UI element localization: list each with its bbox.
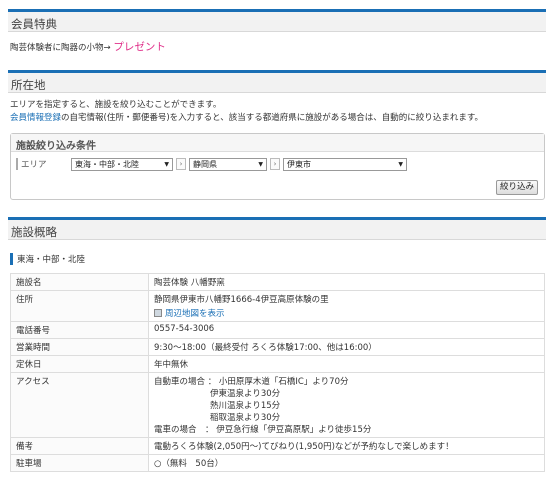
address-cell: 静岡県伊東市八幡野1666-4伊豆高原体験の里 周辺地図を表示 (148, 290, 545, 322)
region-heading: 東海・中部・北陸 (10, 253, 85, 265)
chevron-right-icon: › (176, 158, 186, 170)
filter-button[interactable]: 絞り込み (496, 180, 538, 195)
access-cell: 自動車の場合 ： 小田原厚木道「石橋IC」より70分 伊東温泉より30分 熱川温… (148, 372, 545, 438)
note-label: 備考 (10, 437, 149, 455)
access-car-2: 伊東温泉より30分 (210, 389, 281, 399)
access-train: 電車の場合 ： 伊豆急行線「伊豆高原駅」より徒歩15分 (154, 425, 372, 435)
filter-box: 施設絞り込み条件 エリア 東海・中部・北陸 ▼ › 静岡県 ▼ › 伊東市 ▼ 絞り込… (10, 133, 545, 200)
table-row: 備考 電動ろくろ体験(2,050円～)てびねり(1,950円)などが予約なしで楽… (10, 437, 545, 455)
address-value: 静岡県伊東市八幡野1666-4伊豆高原体験の里 (154, 295, 329, 305)
note-value: 電動ろくろ体験(2,050円～)てびねり(1,950円)などが予約なしで楽しめま… (148, 437, 545, 455)
location-desc-1: エリアを指定すると、施設を絞り込むことができます。 (10, 100, 222, 110)
name-value: 陶芸体験 八幡野窯 (148, 273, 545, 291)
facility-table: 施設名 陶芸体験 八幡野窯 住所 静岡県伊東市八幡野1666-4伊豆高原体験の里… (10, 273, 545, 472)
table-row: 営業時間 9:30～18:00（最終受付 ろくろ体験17:00、他は16:00） (10, 338, 545, 356)
chevron-right-icon: › (270, 158, 280, 170)
parking-value: ○（無料 50台） (148, 454, 545, 472)
table-row: 電話番号 0557-54-3006 (10, 321, 545, 339)
table-row: アクセス 自動車の場合 ： 小田原厚木道「石橋IC」より70分 伊東温泉より30… (10, 372, 545, 438)
prefecture-select[interactable]: 静岡県 ▼ (189, 157, 267, 171)
benefits-text: 陶芸体験者に陶器の小物→ プレゼント (10, 39, 166, 54)
location-desc-2-text: の自宅情報(住所・郵便番号)を入力すると、該当する都道府県に施設がある場合は、自… (61, 113, 483, 123)
table-row: 駐車場 ○（無料 50台） (10, 454, 545, 472)
region-select-value: 東海・中部・北陸 (75, 159, 139, 169)
access-car-3: 熱川温泉より15分 (210, 401, 281, 411)
location-desc-2: 会員情報登録の自宅情報(住所・郵便番号)を入力すると、該当する都道府県に施設があ… (10, 111, 483, 123)
parking-label: 駐車場 (10, 454, 149, 472)
city-select-value: 伊東市 (287, 159, 311, 169)
holiday-value: 年中無休 (148, 355, 545, 373)
table-row: 施設名 陶芸体験 八幡野窯 (10, 273, 545, 291)
map-icon (154, 309, 162, 317)
tel-label: 電話番号 (10, 321, 149, 339)
location-section-title: 所在地 (8, 70, 546, 93)
address-label: 住所 (10, 290, 149, 322)
hours-label: 営業時間 (10, 338, 149, 356)
tel-value: 0557-54-3006 (148, 321, 545, 339)
holiday-label: 定休日 (10, 355, 149, 373)
map-link[interactable]: 周辺地図を表示 (165, 309, 225, 319)
access-car: 自動車の場合 ： 小田原厚木道「石橋IC」より70分 (154, 377, 349, 387)
chevron-down-icon: ▼ (258, 160, 263, 168)
access-car-4: 稲取温泉より30分 (210, 413, 281, 423)
access-label: アクセス (10, 372, 149, 438)
name-label: 施設名 (10, 273, 149, 291)
region-select[interactable]: 東海・中部・北陸 ▼ (71, 157, 173, 171)
area-label: エリア (16, 158, 71, 170)
table-row: 住所 静岡県伊東市八幡野1666-4伊豆高原体験の里 周辺地図を表示 (10, 290, 545, 322)
overview-section-title: 施設概略 (8, 217, 546, 240)
prefecture-select-value: 静岡県 (193, 159, 217, 169)
city-select[interactable]: 伊東市 ▼ (283, 157, 407, 171)
benefits-desc: 陶芸体験者に陶器の小物→ (10, 43, 111, 53)
filter-row: エリア 東海・中部・北陸 ▼ › 静岡県 ▼ › 伊東市 ▼ (16, 157, 407, 171)
filter-title: 施設絞り込み条件 (11, 134, 544, 152)
chevron-down-icon: ▼ (398, 160, 403, 168)
present-highlight: プレゼント (113, 41, 166, 53)
member-info-link[interactable]: 会員情報登録 (10, 113, 61, 123)
benefits-section-title: 会員特典 (8, 9, 546, 32)
hours-value: 9:30～18:00（最終受付 ろくろ体験17:00、他は16:00） (148, 338, 545, 356)
chevron-down-icon: ▼ (164, 160, 169, 168)
table-row: 定休日 年中無休 (10, 355, 545, 373)
map-link-wrap: 周辺地図を表示 (154, 307, 539, 319)
